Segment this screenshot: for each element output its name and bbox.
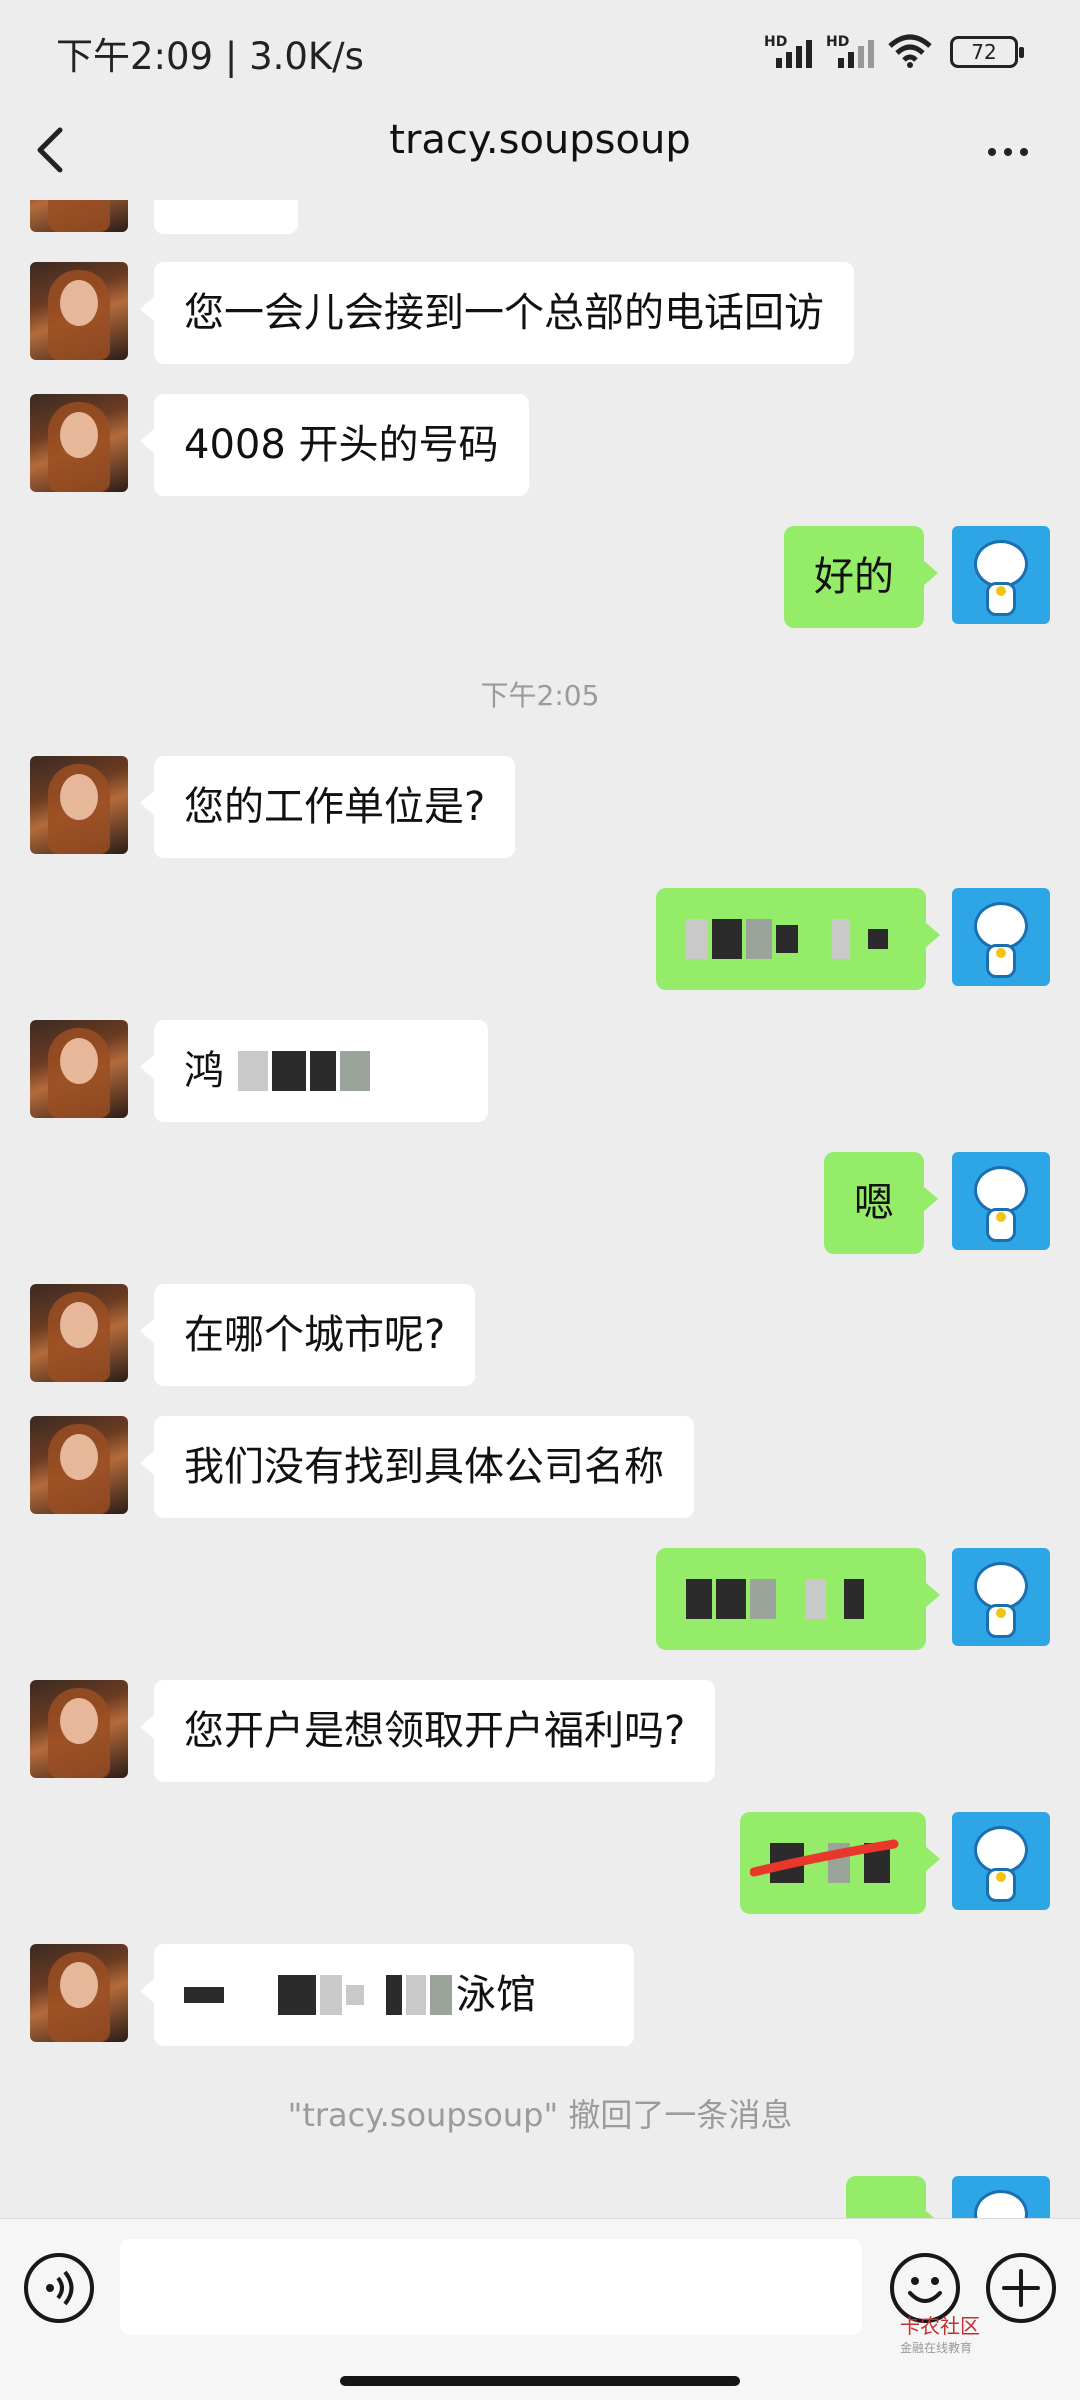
back-arrow-icon[interactable]	[24, 118, 84, 182]
redacted-block	[184, 1987, 224, 2003]
message-bubble-outgoing-partial[interactable]	[846, 2176, 940, 2218]
message-bubble[interactable]: 我们没有找到具体公司名称	[140, 1416, 694, 1518]
redacted-block	[430, 1975, 452, 2015]
message-bubble-outgoing-redacted[interactable]	[656, 1548, 940, 1650]
home-indicator[interactable]	[340, 2376, 740, 2386]
message-bubble-partial[interactable]	[154, 200, 298, 234]
contact-avatar[interactable]	[30, 1944, 128, 2042]
redacted-block	[406, 1975, 426, 2015]
battery-icon: 72	[950, 36, 1024, 68]
redacted-block	[340, 1051, 370, 1091]
message-bubble[interactable]: 您一会儿会接到一个总部的电话回访	[140, 262, 854, 364]
watermark-text: 卡农社区	[900, 2314, 980, 2338]
wifi-icon	[888, 34, 932, 68]
redacted-block	[806, 1579, 826, 1619]
input-bar	[0, 2218, 1080, 2400]
my-avatar[interactable]	[952, 1152, 1050, 1250]
message-bubble-outgoing-redacted[interactable]	[656, 888, 940, 990]
redacted-block	[686, 1579, 712, 1619]
status-time: 下午2:09 | 3.0K/s	[56, 35, 364, 78]
redacted-block	[716, 1579, 746, 1619]
my-avatar[interactable]	[952, 1548, 1050, 1646]
message-bubble-outgoing[interactable]: 嗯	[824, 1152, 938, 1254]
redacted-block	[320, 1975, 342, 2015]
redacted-block	[868, 929, 888, 949]
redaction-strike	[750, 1839, 899, 1877]
my-avatar[interactable]	[952, 1812, 1050, 1910]
signal-icon: HD	[826, 34, 882, 68]
contact-avatar[interactable]	[30, 1020, 128, 1118]
my-avatar[interactable]	[952, 888, 1050, 986]
message-bubble[interactable]: 您开户是想领取开户福利吗?	[139, 1680, 716, 1782]
message-bubble[interactable]: 您的工作单位是?	[139, 756, 516, 858]
contact-avatar[interactable]	[30, 756, 128, 854]
redacted-block	[272, 1051, 306, 1091]
message-bubble[interactable]: 在哪个城市呢?	[139, 1284, 476, 1386]
watermark: 卡农社区 金融在线教育	[900, 2310, 980, 2356]
redacted-block	[832, 919, 850, 959]
message-bubble-outgoing-redacted[interactable]	[740, 1812, 940, 1914]
chat-header: tracy.soupsoup	[0, 100, 1080, 200]
redacted-block	[238, 1051, 268, 1091]
my-avatar[interactable]	[952, 526, 1050, 624]
redacted-block	[712, 919, 742, 959]
redacted-block	[686, 919, 708, 959]
status-bar: 下午2:09 | 3.0K/s HD HD 72	[0, 0, 1080, 100]
redacted-block	[346, 1985, 364, 2005]
contact-avatar[interactable]	[30, 1284, 128, 1382]
message-input[interactable]	[120, 2239, 862, 2335]
redacted-block	[844, 1579, 864, 1619]
contact-avatar[interactable]	[30, 394, 128, 492]
redacted-block	[746, 919, 772, 959]
redacted-block	[278, 1975, 316, 2015]
message-text-fragment: 泳馆	[456, 1972, 536, 2018]
message-text-fragment: 鸿	[184, 1048, 224, 1094]
watermark-subtext: 金融在线教育	[900, 2341, 973, 2355]
plus-icon[interactable]	[986, 2253, 1056, 2323]
redacted-block	[386, 1975, 402, 2015]
contact-avatar[interactable]	[30, 262, 128, 360]
contact-avatar[interactable]	[30, 1680, 128, 1778]
message-list[interactable]: 您一会儿会接到一个总部的电话回访 4008 开头的号码 好的 下午2:05 您的…	[0, 200, 1080, 2218]
voice-icon[interactable]	[24, 2253, 94, 2323]
contact-avatar[interactable]	[30, 1416, 128, 1514]
message-timestamp: 下午2:05	[480, 679, 600, 712]
my-avatar[interactable]	[952, 2176, 1050, 2218]
chat-title: tracy.soupsoup	[389, 117, 691, 163]
redacted-block	[776, 925, 798, 953]
contact-avatar[interactable]	[30, 200, 128, 232]
more-dots-icon[interactable]	[968, 118, 1048, 182]
signal-icon: HD	[764, 34, 820, 68]
redacted-block	[310, 1051, 336, 1091]
redacted-block	[750, 1579, 776, 1619]
message-bubble-redacted[interactable]: 鸿	[140, 1020, 488, 1122]
message-bubble-outgoing[interactable]: 好的	[784, 526, 938, 628]
message-bubble[interactable]: 4008 开头的号码	[140, 394, 529, 496]
message-bubble-redacted[interactable]: 泳馆	[140, 1944, 634, 2046]
recall-notice: "tracy.soupsoup" 撤回了一条消息	[287, 2096, 793, 2134]
